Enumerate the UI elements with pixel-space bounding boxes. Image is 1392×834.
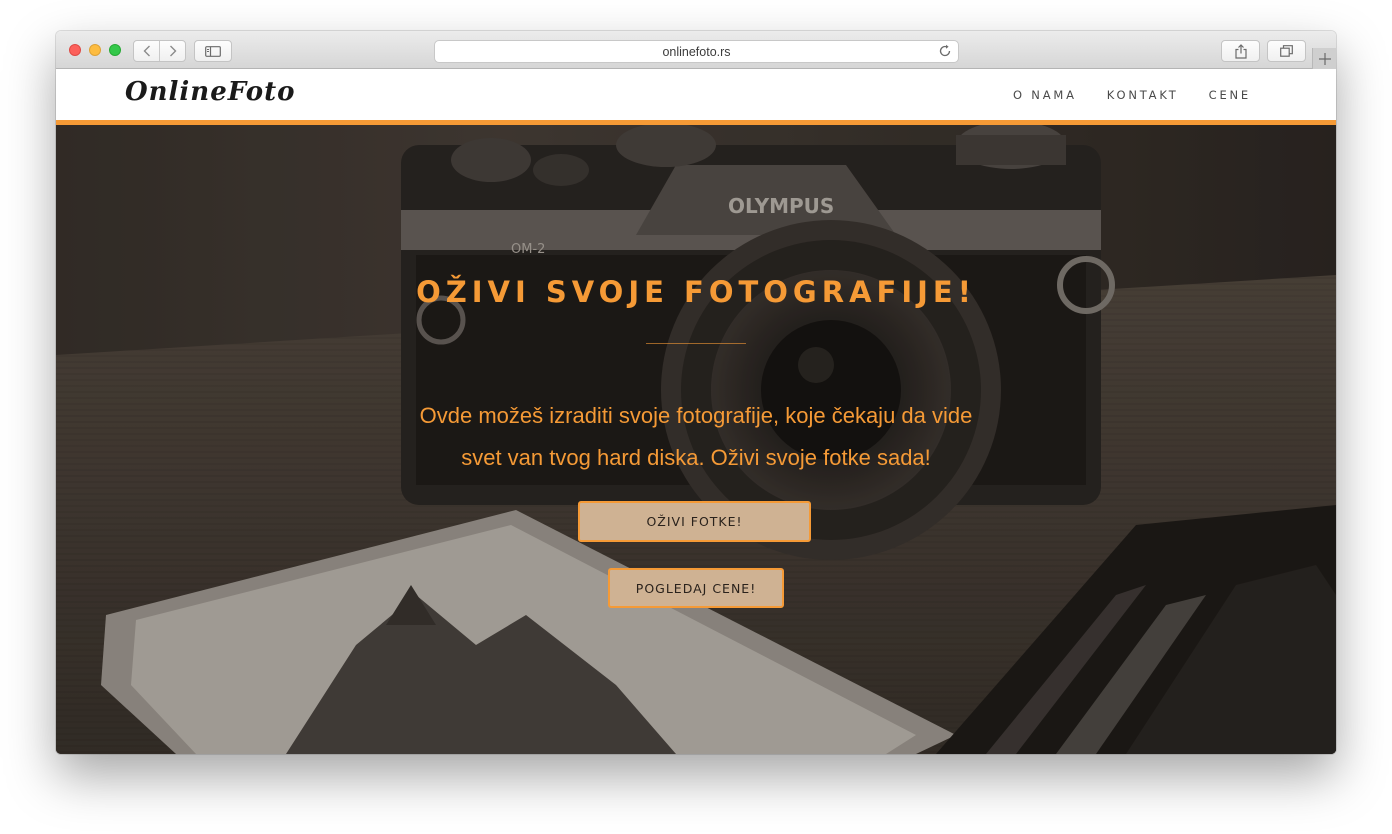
site-header: OnlineFoto O NAMA KONTAKT CENE [56, 69, 1336, 125]
sidebar-icon [205, 45, 221, 57]
hero-description: Ovde možeš izraditi svoje fotografije, k… [386, 395, 1006, 479]
chevron-left-icon [143, 45, 150, 57]
address-bar[interactable]: onlinefoto.rs [434, 40, 959, 63]
site-logo[interactable]: OnlineFoto [125, 77, 295, 107]
chevron-right-icon [169, 45, 176, 57]
minimize-window-button[interactable] [89, 44, 101, 56]
tabs-icon [1280, 45, 1293, 57]
pogledaj-cene-button[interactable]: POGLEDAJ CENE! [608, 568, 784, 608]
nav-link-o-nama[interactable]: O NAMA [1013, 88, 1077, 102]
reload-icon[interactable] [938, 44, 952, 58]
hero-section: OLYMPUS OM-2 [56, 125, 1336, 754]
forward-button[interactable] [159, 41, 185, 61]
hero-description-line-1: Ovde možeš izraditi svoje fotografije, k… [419, 403, 973, 428]
show-tabs-button[interactable] [1267, 40, 1306, 62]
browser-window: onlinefoto.rs OnlineFoto O NAMA KONTAKT … [56, 31, 1336, 754]
share-button[interactable] [1221, 40, 1260, 62]
hero-divider [646, 343, 746, 344]
new-tab-button[interactable] [1312, 48, 1336, 69]
hero-title: OŽIVI SVOJE FOTOGRAFIJE! [416, 275, 976, 309]
plus-icon [1318, 52, 1331, 65]
history-nav-group [133, 40, 186, 62]
browser-toolbar: onlinefoto.rs [56, 31, 1336, 69]
oživi-fotke-button[interactable]: OŽIVI FOTKE! [578, 501, 811, 542]
sidebar-button[interactable] [194, 40, 232, 62]
hero-description-line-2: svet van tvog hard diska. Oživi svoje fo… [461, 445, 931, 470]
nav-link-cene[interactable]: CENE [1209, 88, 1251, 102]
back-button[interactable] [134, 41, 159, 61]
main-nav: O NAMA KONTAKT CENE [1013, 88, 1251, 102]
url-text: onlinefoto.rs [662, 45, 731, 59]
share-icon [1234, 43, 1247, 59]
maximize-window-button[interactable] [109, 44, 121, 56]
nav-link-kontakt[interactable]: KONTAKT [1107, 88, 1179, 102]
close-window-button[interactable] [69, 44, 81, 56]
